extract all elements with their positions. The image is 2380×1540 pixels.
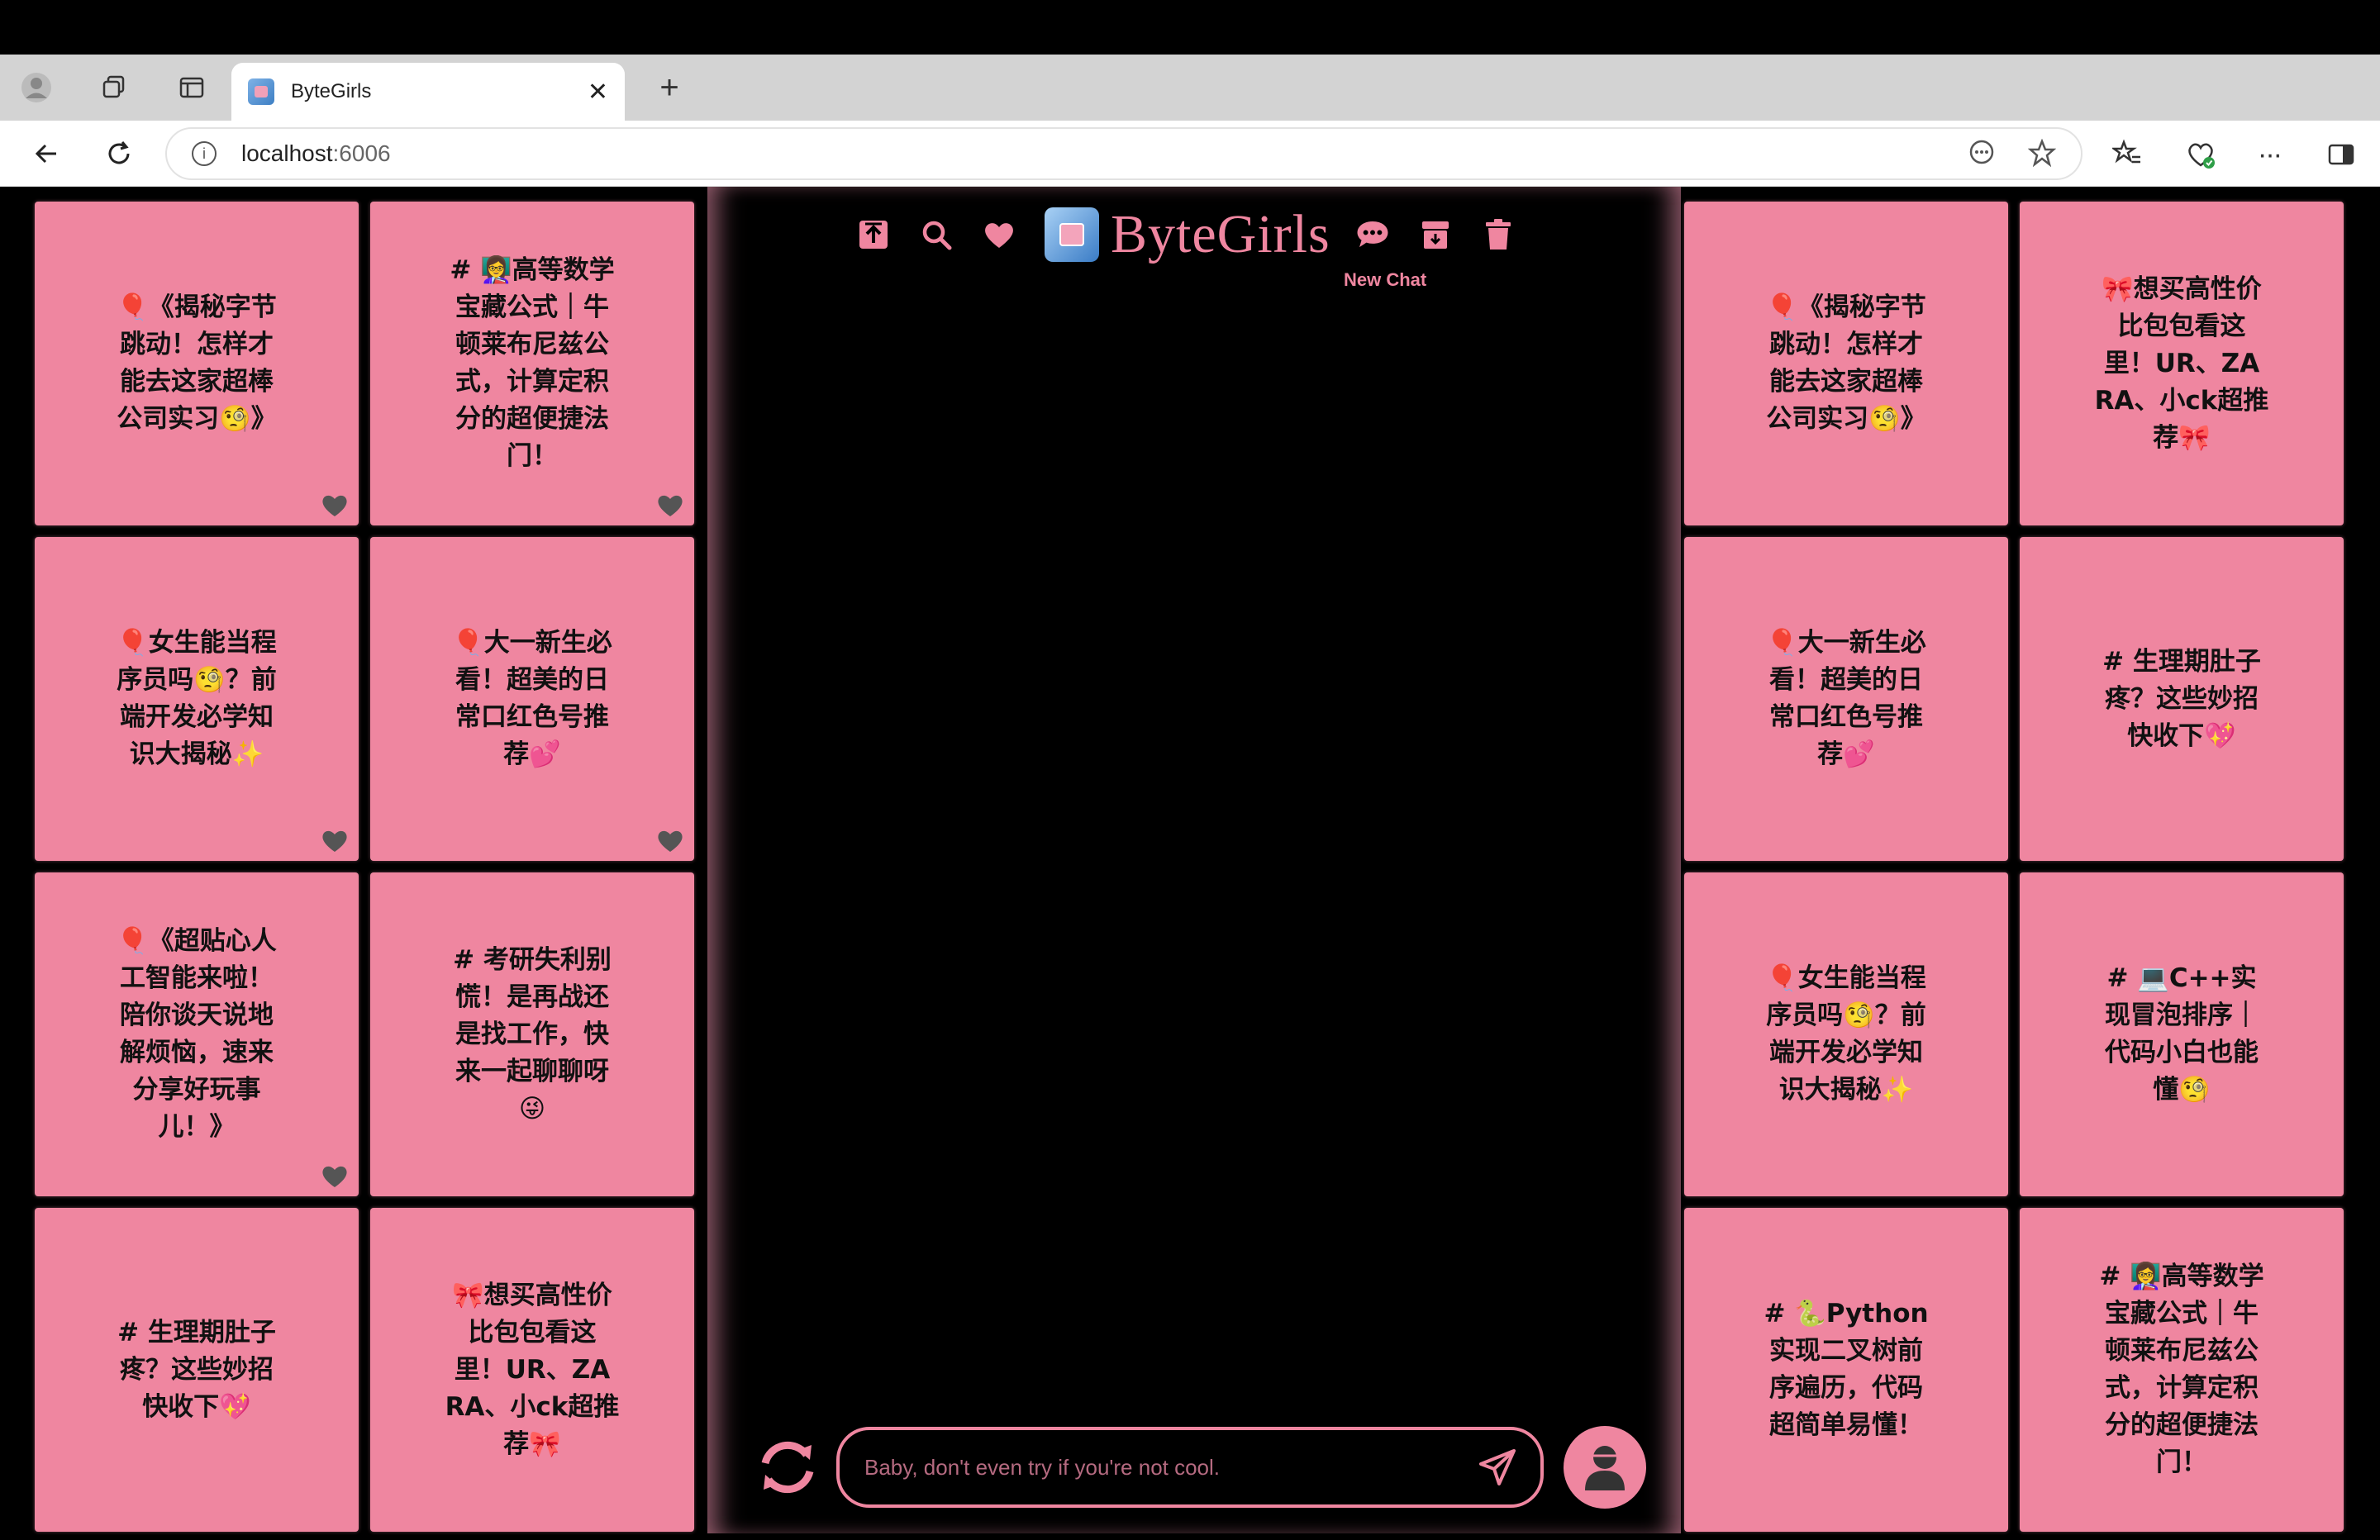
new-tab-icon[interactable]: + (645, 63, 694, 112)
post-card-title: # 👩‍🏫高等数学宝藏公式｜牛顿莱布尼兹公式，计算定积分的超便捷法门！ (450, 255, 615, 471)
favorites-icon[interactable] (2111, 139, 2142, 173)
post-card[interactable]: # 💻C++实现冒泡排序｜代码小白也能懂🧐 (2020, 872, 2344, 1196)
search-icon[interactable] (919, 217, 954, 252)
profile-icon[interactable] (12, 63, 61, 112)
post-card[interactable]: # 考研失利别慌！是再战还是找工作，快来一起聊聊呀😜 (370, 872, 694, 1196)
post-card-title: 🎈《揭秘字节跳动！怎样才能去这家超棒公司实习🧐》 (117, 292, 277, 434)
chat-input-row (754, 1426, 1646, 1509)
post-card-title: 🎈大一新生必看！超美的日常口红色号推荐💕 (1766, 628, 1926, 769)
post-card-title: 🎈女生能当程序员吗🧐？前端开发必学知识大揭秘✨ (117, 628, 277, 769)
bytegirls-app: 🎈《揭秘字节跳动！怎样才能去这家超棒公司实习🧐》 # 👩‍🏫高等数学宝藏公式｜牛顿… (7, 187, 2373, 1533)
address-bar[interactable]: i localhost:6006 (165, 127, 2082, 180)
chat-input-container (836, 1427, 1545, 1508)
more-options-icon[interactable]: ··· (2258, 139, 2282, 171)
left-card-grid: 🎈《揭秘字节跳动！怎样才能去这家超棒公司实习🧐》 # 👩‍🏫高等数学宝藏公式｜牛顿… (35, 202, 694, 1532)
like-heart-icon[interactable] (321, 1163, 349, 1188)
url-port: :6006 (332, 140, 391, 166)
post-card[interactable]: 🎈《揭秘字节跳动！怎样才能去这家超棒公司实习🧐》 (1684, 202, 2008, 525)
post-card[interactable]: # 👩‍🏫高等数学宝藏公式｜牛顿莱布尼兹公式，计算定积分的超便捷法门！ (2020, 1208, 2344, 1532)
post-card-title: 🎈《超贴心人工智能来啦！陪你谈天说地解烦恼，速来分享好玩事儿！》 (117, 926, 277, 1142)
post-card[interactable]: 🎈《超贴心人工智能来啦！陪你谈天说地解烦恼，速来分享好玩事儿！》 (35, 872, 359, 1196)
active-tab[interactable]: ByteGirls ✕ (231, 63, 625, 121)
post-card[interactable]: # 生理期肚子疼？这些妙招快收下💖 (35, 1208, 359, 1532)
post-card[interactable]: # 👩‍🏫高等数学宝藏公式｜牛顿莱布尼兹公式，计算定积分的超便捷法门！ (370, 202, 694, 525)
post-card-title: # 🐍Python实现二叉树前序遍历，代码超简单易懂！ (1764, 1299, 1929, 1440)
url-host: localhost (241, 140, 333, 166)
post-card-title: # 考研失利别慌！是再战还是找工作，快来一起聊聊呀😜 (453, 944, 612, 1124)
post-card-title: # 生理期肚子疼？这些妙招快收下💖 (117, 1317, 276, 1422)
chat-toolbar: ByteGirls (856, 203, 1544, 266)
like-heart-icon[interactable] (321, 492, 349, 517)
collections-icon[interactable] (89, 63, 139, 112)
post-card[interactable]: 🎈《揭秘字节跳动！怎样才能去这家超棒公司实习🧐》 (35, 202, 359, 525)
like-heart-icon[interactable] (656, 828, 684, 853)
post-card-title: 🎈《揭秘字节跳动！怎样才能去这家超棒公司实习🧐》 (1766, 292, 1926, 434)
trash-icon[interactable] (1481, 217, 1516, 252)
post-card-title: 🎀想买高性价比包包看这里！UR、ZARA、小ck超推荐🎀 (2094, 273, 2269, 453)
post-card[interactable]: 🎈女生能当程序员吗🧐？前端开发必学知识大揭秘✨ (35, 537, 359, 861)
favorite-star-icon[interactable] (2027, 138, 2057, 173)
post-card[interactable]: # 生理期肚子疼？这些妙招快收下💖 (2020, 537, 2344, 861)
refresh-icon[interactable] (754, 1433, 821, 1501)
browser-essentials-icon[interactable] (2185, 139, 2216, 174)
post-card[interactable]: 🎈大一新生必看！超美的日常口红色号推荐💕 (370, 537, 694, 861)
incognito-user-icon (1585, 1446, 1626, 1490)
post-card[interactable]: 🎀想买高性价比包包看这里！UR、ZARA、小ck超推荐🎀 (370, 1208, 694, 1532)
tab-title: ByteGirls (291, 80, 372, 102)
upload-icon[interactable] (856, 217, 891, 252)
post-card[interactable]: 🎈大一新生必看！超美的日常口红色号推荐💕 (1684, 537, 2008, 861)
vertical-tabs-icon[interactable] (167, 63, 217, 112)
post-card[interactable]: 🎀想买高性价比包包看这里！UR、ZARA、小ck超推荐🎀 (2020, 202, 2344, 525)
post-card-title: 🎀想买高性价比包包看这里！UR、ZARA、小ck超推荐🎀 (445, 1280, 620, 1459)
archive-icon[interactable] (1418, 217, 1453, 252)
post-card[interactable]: # 🐍Python实现二叉树前序遍历，代码超简单易懂！ (1684, 1208, 2008, 1532)
post-card-title: # 💻C++实现冒泡排序｜代码小白也能懂🧐 (2105, 963, 2259, 1105)
back-icon[interactable] (21, 129, 71, 178)
browser-tab-strip: ByteGirls ✕ + (0, 55, 2380, 121)
post-card[interactable]: 🎈女生能当程序员吗🧐？前端开发必学知识大揭秘✨ (1684, 872, 2008, 1196)
post-card-title: # 👩‍🏫高等数学宝藏公式｜牛顿莱布尼兹公式，计算定积分的超便捷法门！ (2099, 1262, 2264, 1477)
right-card-grid: 🎈《揭秘字节跳动！怎样才能去这家超棒公司实习🧐》 🎀想买高性价比包包看这里！UR、… (1684, 202, 2344, 1532)
new-chat-icon[interactable] (1355, 217, 1390, 252)
like-heart-icon[interactable] (656, 492, 684, 517)
brand-name: ByteGirls (1111, 204, 1330, 264)
chat-input[interactable] (864, 1454, 1478, 1481)
browser-toolbar: i localhost:6006 ··· (0, 121, 2380, 187)
like-heart-icon[interactable] (321, 828, 349, 853)
chat-panel: ByteGirls New Chat (707, 187, 1681, 1533)
sidebar-toggle-icon[interactable] (2327, 140, 2355, 173)
favorites-heart-icon[interactable] (982, 217, 1016, 252)
bytegirls-favicon-icon (248, 78, 274, 105)
reload-icon[interactable] (94, 129, 144, 178)
site-info-icon[interactable]: i (192, 141, 217, 166)
send-icon[interactable] (1478, 1447, 1517, 1487)
new-chat-label: New Chat (1344, 269, 1427, 290)
reading-mode-icon[interactable] (1968, 139, 1995, 173)
url-text: localhost:6006 (241, 140, 391, 167)
close-tab-icon[interactable]: ✕ (588, 78, 608, 107)
post-card-title: 🎈大一新生必看！超美的日常口红色号推荐💕 (452, 628, 612, 769)
post-card-title: 🎈女生能当程序员吗🧐？前端开发必学知识大揭秘✨ (1766, 963, 1926, 1105)
user-avatar-button[interactable] (1564, 1426, 1646, 1509)
post-card-title: # 生理期肚子疼？这些妙招快收下💖 (2102, 646, 2261, 751)
bytegirls-logo-icon (1045, 207, 1099, 262)
